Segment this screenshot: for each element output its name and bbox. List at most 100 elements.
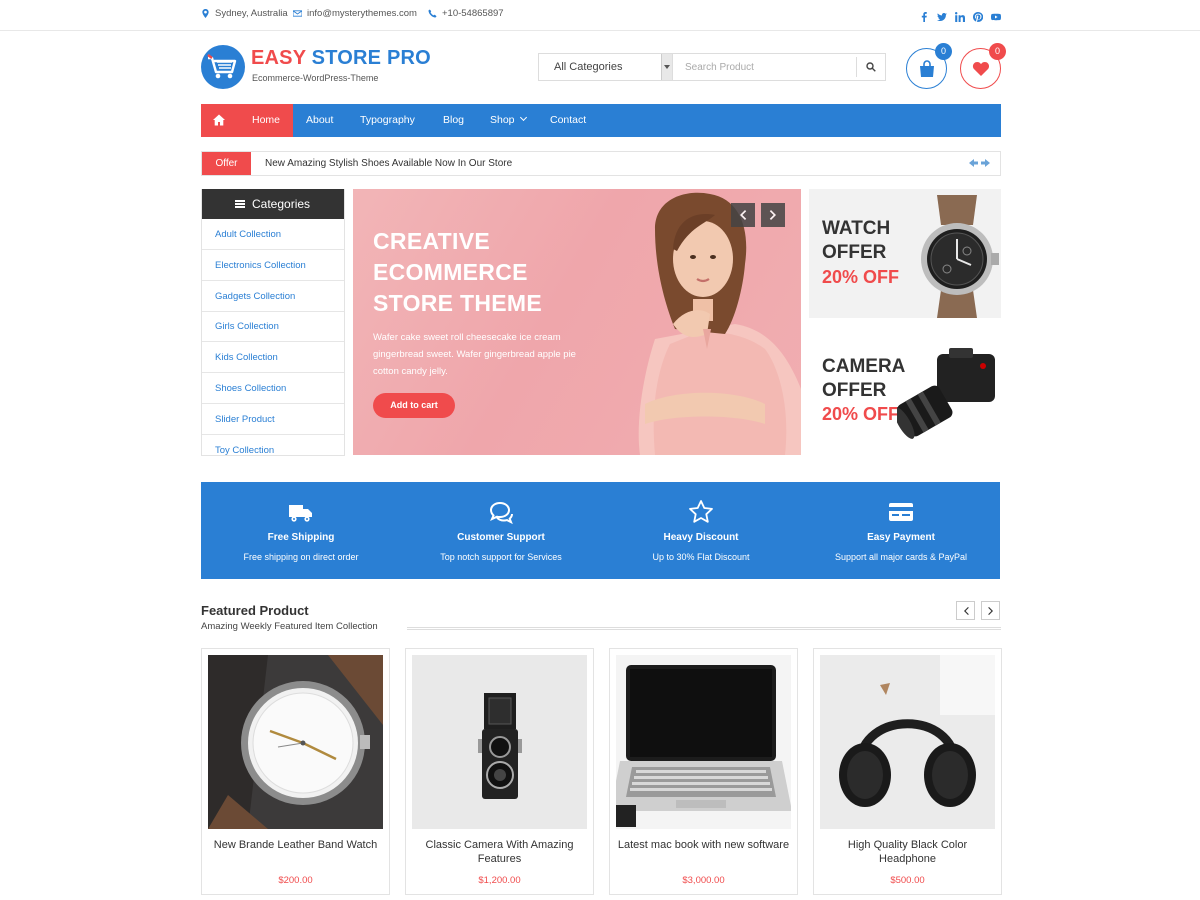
watch-offer-banner[interactable]: WATCH OFFER 20% OFF <box>809 189 1001 318</box>
product-card[interactable]: Latest mac book with new software $3,000… <box>609 648 798 895</box>
wishlist-button[interactable]: 0 <box>960 43 1006 89</box>
phone-text[interactable]: +10-54865897 <box>442 8 504 19</box>
phone-icon <box>428 9 437 18</box>
credit-card-icon <box>889 503 913 521</box>
feature-free-shipping: Free Shipping Free shipping on direct or… <box>201 482 401 579</box>
ticker-message[interactable]: New Amazing Stylish Shoes Available Now … <box>265 158 512 169</box>
feature-subtitle: Support all major cards & PayPal <box>834 552 968 562</box>
product-name[interactable]: New Brande Leather Band Watch <box>208 838 383 852</box>
email-info[interactable]: info@mysterythemes.com <box>293 8 417 19</box>
category-select-value: All Categories <box>554 61 623 73</box>
category-item-gadgets[interactable]: Gadgets Collection <box>202 281 344 312</box>
product-name[interactable]: Classic Camera With Amazing Features <box>412 838 587 866</box>
hero-prev-button[interactable] <box>731 203 755 227</box>
category-item-adult[interactable]: Adult Collection <box>202 219 344 250</box>
featured-prev-button[interactable] <box>956 601 975 620</box>
phone-info[interactable]: +10-54865897 <box>428 8 504 19</box>
site-tagline: Ecommerce-WordPress-Theme <box>252 73 379 83</box>
location-info: Sydney, Australia <box>201 8 288 19</box>
main-navigation: Home About Typography Blog Shop Contact <box>201 104 1001 137</box>
watch-offer-line2: OFFER <box>822 242 887 263</box>
category-item-toy[interactable]: Toy Collection <box>202 435 344 455</box>
chevron-down-icon <box>520 113 528 122</box>
nav-item-shop[interactable]: Shop <box>490 104 528 137</box>
camera-offer-line2: OFFER <box>822 380 887 401</box>
featured-section-subtitle: Amazing Weekly Featured Item Collection <box>201 621 378 632</box>
search-button[interactable] <box>856 57 885 77</box>
hero-title: CREATIVE ECOMMERCE STORE THEME <box>373 226 542 319</box>
product-price: $500.00 <box>890 875 925 886</box>
category-item-kids[interactable]: Kids Collection <box>202 342 344 373</box>
feature-title: Heavy Discount <box>663 532 739 543</box>
product-image-watch[interactable] <box>208 655 383 829</box>
nav-home-icon-button[interactable] <box>201 104 237 137</box>
product-price: $3,000.00 <box>682 875 725 886</box>
feature-title: Free Shipping <box>267 532 335 543</box>
product-name[interactable]: High Quality Black Color Headphone <box>820 838 995 866</box>
category-item-girls[interactable]: Girls Collection <box>202 311 344 342</box>
select-arrow-icon <box>661 54 672 80</box>
nav-item-blog[interactable]: Blog <box>443 104 464 137</box>
category-item-shoes[interactable]: Shoes Collection <box>202 373 344 404</box>
nav-item-typography[interactable]: Typography <box>360 104 415 137</box>
hero-add-to-cart-button[interactable]: Add to cart <box>373 393 455 418</box>
product-card[interactable]: Classic Camera With Amazing Features $1,… <box>405 648 594 895</box>
camera-offer-line1: CAMERA <box>822 356 906 377</box>
category-item-electronics[interactable]: Electronics Collection <box>202 250 344 281</box>
product-image-laptop[interactable] <box>616 655 791 829</box>
shopping-bag-icon <box>920 60 934 77</box>
nav-item-shop-label: Shop <box>490 114 515 126</box>
search-icon <box>866 62 876 72</box>
logo-cart-icon[interactable] <box>201 45 245 89</box>
feature-subtitle: Top notch support for Services <box>440 552 562 562</box>
product-card[interactable]: New Brande Leather Band Watch $200.00 <box>201 648 390 895</box>
camera-image <box>897 348 995 439</box>
category-select[interactable]: All Categories <box>539 54 673 80</box>
camera-offer-banner[interactable]: CAMERA OFFER 20% OFF <box>809 326 1001 455</box>
product-card[interactable]: High Quality Black Color Headphone $500.… <box>813 648 1002 895</box>
pinterest-icon[interactable] <box>973 9 984 22</box>
watch-offer-title: WATCH OFFER <box>822 217 890 265</box>
featured-next-button[interactable] <box>981 601 1000 620</box>
facebook-icon[interactable] <box>919 9 929 22</box>
feature-title: Easy Payment <box>867 532 935 543</box>
camera-offer-discount: 20% OFF <box>822 404 900 424</box>
linkedin-icon[interactable] <box>955 9 965 22</box>
ticker-prev-icon[interactable] <box>969 157 978 169</box>
search-input[interactable] <box>674 54 857 80</box>
product-name[interactable]: Latest mac book with new software <box>616 838 791 852</box>
top-bar: Sydney, Australia info@mysterythemes.com… <box>0 0 1200 31</box>
product-image-camera[interactable] <box>412 655 587 829</box>
product-image-headphone[interactable] <box>820 655 995 829</box>
nav-item-contact[interactable]: Contact <box>550 104 586 137</box>
cart-button[interactable]: 0 <box>906 43 952 89</box>
feature-subtitle: Free shipping on direct order <box>243 552 359 562</box>
feature-title: Customer Support <box>457 532 545 543</box>
category-menu-header[interactable]: Categories <box>202 189 344 219</box>
cart-count-badge: 0 <box>935 43 952 60</box>
wishlist-count-badge: 0 <box>989 43 1006 60</box>
ticker-next-icon[interactable] <box>981 157 990 169</box>
email-text[interactable]: info@mysterythemes.com <box>307 8 417 19</box>
menu-icon <box>235 200 245 208</box>
youtube-icon[interactable] <box>991 9 1001 21</box>
site-title-part2: STORE PRO <box>311 47 431 69</box>
hero-title-line3: STORE THEME <box>373 290 543 316</box>
heart-icon <box>972 62 990 76</box>
location-text: Sydney, Australia <box>215 8 288 19</box>
twitter-icon[interactable] <box>937 9 947 21</box>
features-bar: Free Shipping Free shipping on direct or… <box>201 482 1000 579</box>
social-links <box>919 9 1001 22</box>
site-title[interactable]: EASY STORE PRO <box>251 47 431 70</box>
nav-item-home[interactable]: Home <box>237 104 293 137</box>
watch-image <box>921 195 999 318</box>
category-item-slider[interactable]: Slider Product <box>202 404 344 435</box>
hero-title-line1: CREATIVE <box>373 228 490 254</box>
home-icon <box>213 114 225 126</box>
nav-item-about[interactable]: About <box>306 104 333 137</box>
feature-subtitle: Up to 30% Flat Discount <box>652 552 750 562</box>
chevron-left-icon <box>740 210 747 220</box>
camera-offer-title: CAMERA OFFER <box>822 355 905 403</box>
hero-next-button[interactable] <box>761 203 785 227</box>
section-divider <box>407 627 1001 630</box>
